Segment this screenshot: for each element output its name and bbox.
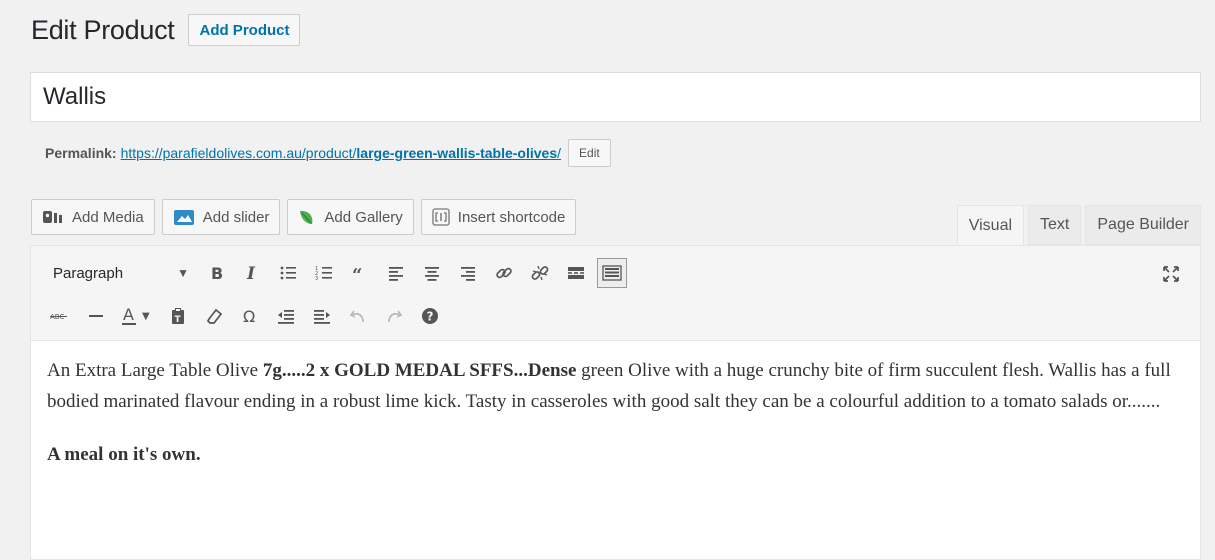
align-right-icon[interactable] [453,258,483,288]
tab-visual[interactable]: Visual [956,205,1025,247]
svg-text:▼: ▼ [142,311,150,322]
format-select[interactable]: Paragraph ▼ [45,259,195,287]
strikethrough-icon[interactable]: ABC [45,301,75,331]
chevron-down-icon: ▼ [177,266,189,280]
shortcode-icon [432,208,450,226]
align-left-icon[interactable] [381,258,411,288]
clear-formatting-icon[interactable] [199,301,229,331]
permalink-slug: large-green-wallis-table-olives [356,145,558,161]
svg-text:T: T [175,315,182,325]
bold-icon[interactable]: B [201,258,231,288]
indent-icon[interactable] [307,301,337,331]
redo-icon[interactable] [379,301,409,331]
svg-text:3: 3 [315,276,318,282]
page-header: Edit Product Add Product [31,14,301,46]
unlink-icon[interactable] [525,258,555,288]
svg-text:I: I [246,264,256,282]
svg-text:Ω: Ω [243,307,255,325]
blockquote-icon[interactable]: “ [345,258,375,288]
content-bold-text: 7g.....2 x GOLD MEDAL SFFS...Dense [262,360,577,381]
permalink-link[interactable]: https://parafieldolives.com.au/product/l… [121,145,561,161]
read-more-icon[interactable] [561,258,591,288]
svg-text:?: ? [427,310,434,324]
fullscreen-icon[interactable] [1156,259,1186,289]
svg-text:“: “ [352,265,362,282]
horizontal-line-icon[interactable] [81,301,111,331]
add-media-button[interactable]: Add Media [31,199,155,235]
permalink-trailing: / [557,145,562,161]
align-center-icon[interactable] [417,258,447,288]
svg-text:B: B [211,264,223,282]
insert-shortcode-label: Insert shortcode [457,208,566,226]
add-media-icon [42,208,64,226]
permalink-label: Permalink: [45,145,117,161]
insert-shortcode-button[interactable]: Insert shortcode [420,199,577,235]
format-select-value: Paragraph [53,264,124,282]
help-icon[interactable]: ? [415,301,445,331]
toolbar-row-2: ABC A▼ T Ω ? [45,301,445,331]
permalink-base: https://parafieldolives.com.au/product/ [120,145,357,161]
page-title: Edit Product [31,14,175,45]
editor-toolbar: Paragraph ▼ B I 123 “ ABC A▼ T Ω ? [30,245,1201,340]
editor-tabs: Visual Text Page Builder [953,205,1201,247]
permalink-bar: Permalink: https://parafieldolives.com.a… [45,139,611,167]
add-product-button[interactable]: Add Product [188,14,301,46]
add-slider-label: Add slider [202,208,270,226]
slider-icon [173,208,195,226]
add-gallery-label: Add Gallery [324,208,403,226]
numbered-list-icon[interactable]: 123 [309,258,339,288]
toolbar-toggle-icon[interactable] [597,258,627,288]
tab-text[interactable]: Text [1028,205,1082,245]
link-icon[interactable] [489,258,519,288]
undo-icon[interactable] [343,301,373,331]
toolbar-row-1: Paragraph ▼ B I 123 “ [45,258,627,288]
svg-text:A: A [123,306,134,324]
permalink-edit-button[interactable]: Edit [568,139,611,167]
special-character-icon[interactable]: Ω [235,301,265,331]
paste-text-icon[interactable]: T [163,301,193,331]
leaf-icon [298,208,316,226]
product-title-input[interactable] [30,72,1201,122]
add-gallery-button[interactable]: Add Gallery [287,199,414,235]
content-paragraph: A meal on it's own. [47,439,1184,470]
add-media-label: Add Media [72,208,144,226]
italic-icon[interactable]: I [237,258,267,288]
content-paragraph: An Extra Large Table Olive 7g.....2 x GO… [47,355,1184,417]
outdent-icon[interactable] [271,301,301,331]
tab-page-builder[interactable]: Page Builder [1085,205,1201,245]
text-color-icon[interactable]: A ▼ [117,301,157,331]
content-bold-text: A meal on it's own. [47,444,201,465]
add-slider-button[interactable]: Add slider [161,199,281,235]
media-buttons: Add Media Add slider Add Gallery Insert … [31,199,583,235]
editor-content[interactable]: An Extra Large Table Olive 7g.....2 x GO… [30,340,1201,560]
content-text: An Extra Large Table Olive [47,360,263,381]
bullet-list-icon[interactable] [273,258,303,288]
